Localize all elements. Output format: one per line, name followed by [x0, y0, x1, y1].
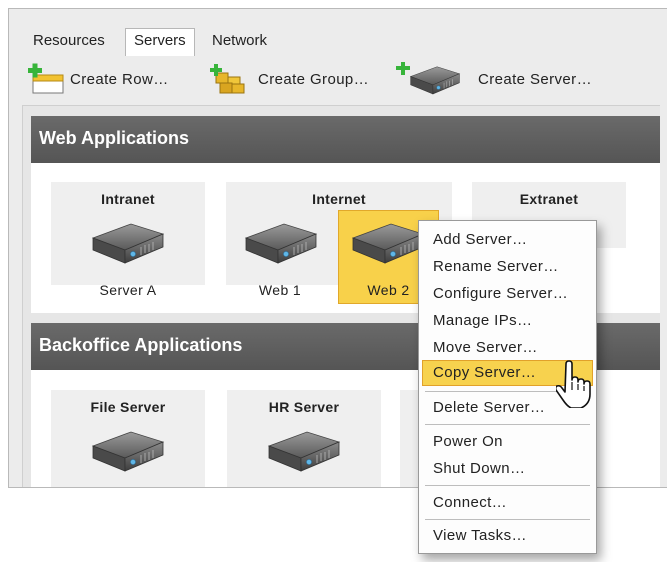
create-server-button[interactable]: Create Server…: [396, 62, 592, 95]
group-title: File Server: [90, 399, 166, 415]
server-icon[interactable]: [91, 428, 165, 474]
menu-separator: [425, 485, 590, 486]
menu-item-add-server[interactable]: Add Server…: [433, 231, 527, 248]
hand-cursor-icon: [556, 360, 591, 408]
row-header-web-applications[interactable]: Web Applications: [31, 116, 660, 163]
menu-item-view-tasks[interactable]: View Tasks…: [433, 527, 527, 544]
menu-item-copy-server[interactable]: Copy Server…: [433, 364, 536, 381]
group-intranet[interactable]: Intranet Server A: [51, 182, 205, 298]
menu-item-rename-server[interactable]: Rename Server…: [433, 258, 559, 275]
group-title: Extranet: [519, 191, 579, 207]
menu-item-connect[interactable]: Connect…: [433, 494, 507, 511]
server-label[interactable]: Web 1: [240, 282, 320, 298]
menu-item-power-on[interactable]: Power On: [433, 433, 503, 450]
server-icon: [351, 220, 425, 266]
group-title: HR Server: [268, 399, 340, 415]
create-row-label: Create Row…: [70, 70, 169, 88]
menu-item-configure-server[interactable]: Configure Server…: [433, 285, 568, 302]
menu-item-manage-ips[interactable]: Manage IPs…: [433, 312, 532, 329]
tab-network[interactable]: Network: [204, 29, 275, 55]
create-server-icon: [396, 62, 460, 95]
create-group-button[interactable]: Create Group…: [210, 63, 369, 95]
tab-servers[interactable]: Servers: [125, 28, 195, 56]
tab-resources[interactable]: Resources: [25, 29, 113, 55]
group-title: Intranet: [101, 191, 155, 207]
create-group-label: Create Group…: [258, 70, 370, 88]
group-file-server[interactable]: File Server: [51, 390, 205, 487]
menu-item-move-server[interactable]: Move Server…: [433, 339, 538, 356]
menu-item-shut-down[interactable]: Shut Down…: [433, 460, 525, 477]
server-icon[interactable]: [91, 220, 165, 266]
server-icon[interactable]: [244, 220, 318, 266]
create-group-icon: [210, 64, 245, 94]
group-hr-server[interactable]: HR Server: [227, 390, 381, 487]
menu-item-delete-server[interactable]: Delete Server…: [433, 399, 545, 416]
group-title: Internet: [312, 191, 366, 207]
create-row-icon: [28, 63, 64, 94]
create-row-button[interactable]: Create Row…: [28, 63, 169, 95]
menu-separator: [425, 424, 590, 425]
server-label[interactable]: Server A: [51, 282, 205, 298]
create-server-label: Create Server…: [478, 70, 592, 88]
tab-bar: Resources Servers Network: [17, 9, 667, 56]
server-icon[interactable]: [267, 428, 341, 474]
menu-separator: [425, 519, 590, 520]
